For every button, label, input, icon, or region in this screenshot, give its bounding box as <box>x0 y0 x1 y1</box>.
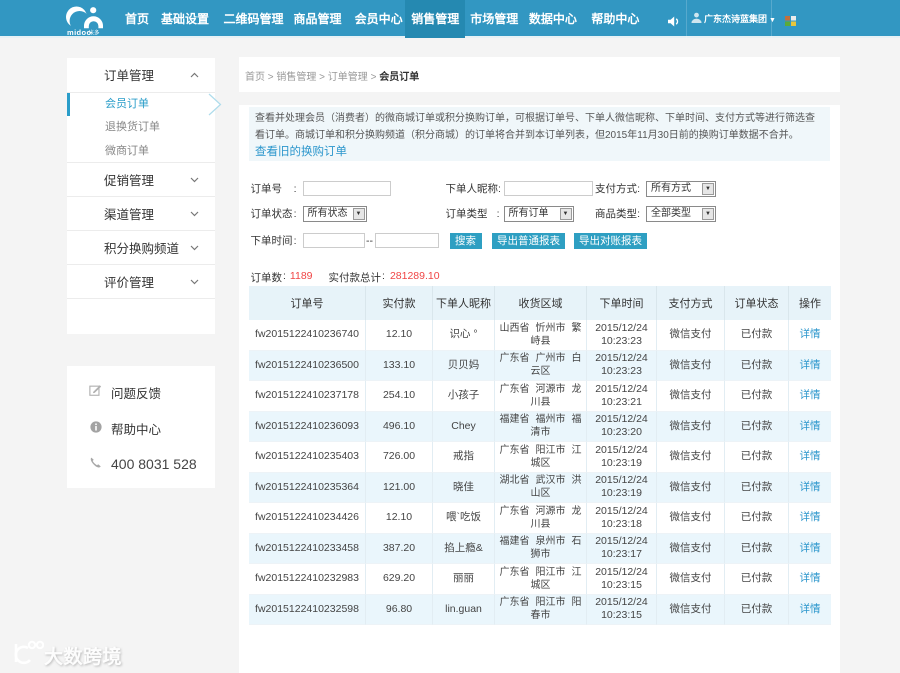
svg-text:米多: 米多 <box>89 29 101 37</box>
